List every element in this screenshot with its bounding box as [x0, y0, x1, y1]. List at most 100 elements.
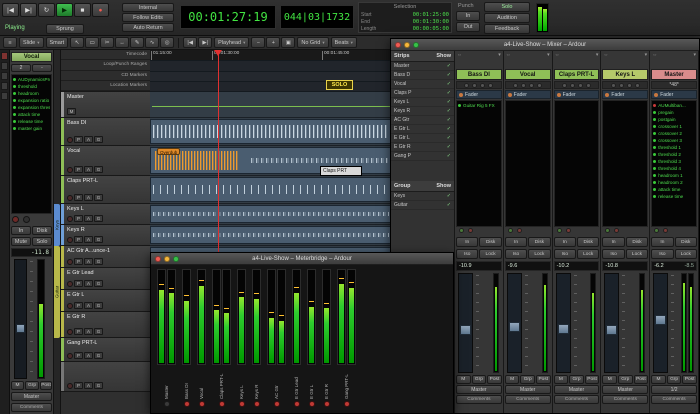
bbt-clock[interactable]: 044|03|1732: [280, 5, 354, 29]
plugin-param[interactable]: threshold 2: [653, 151, 695, 158]
group-tab-keys[interactable]: Keys: [54, 204, 60, 246]
strip-list-item[interactable]: AC Gtr ✓: [391, 116, 454, 125]
solo-isolate-button[interactable]: Iso: [504, 249, 528, 259]
solo-lock-button[interactable]: Lock: [674, 249, 697, 259]
track-g-button[interactable]: G: [94, 382, 103, 389]
plugin-param[interactable]: postgain: [653, 116, 695, 123]
record-enable-button[interactable]: [183, 401, 190, 407]
track-lane-bass-di[interactable]: [150, 118, 392, 146]
plugin-param[interactable]: attack time: [653, 186, 695, 193]
shuttle-sprung-button[interactable]: Sprung: [46, 24, 84, 34]
plugin-param[interactable]: master gain: [13, 125, 50, 132]
strip-visible-check[interactable]: ✓: [447, 99, 451, 105]
edit-mode-dropdown[interactable]: Slide ▾: [19, 37, 44, 48]
strip-visible-check[interactable]: ✓: [447, 81, 451, 87]
gain-fader[interactable]: [604, 273, 620, 373]
audio-region[interactable]: [150, 205, 392, 223]
automation-mode-button[interactable]: M: [602, 375, 617, 384]
strip-list-item[interactable]: Keys L ✓: [391, 98, 454, 107]
strip-list-item[interactable]: Vocal ✓: [391, 80, 454, 89]
plugin-param[interactable]: threshold 4: [653, 165, 695, 172]
track-header-bass-di[interactable]: Bass DI P A G: [61, 118, 150, 146]
comments-button[interactable]: Comments: [553, 395, 600, 404]
monitor-disk-button[interactable]: Disk: [674, 237, 697, 247]
grid-mode-dropdown[interactable]: No Grid ▾: [297, 37, 329, 48]
fader-handle[interactable]: [606, 324, 618, 335]
record-button[interactable]: ●: [92, 3, 109, 17]
track-p-button[interactable]: P: [74, 215, 83, 222]
zoom-button[interactable]: [173, 256, 179, 262]
group-tab-guitar[interactable]: Guitar: [54, 246, 60, 338]
plugin-param[interactable]: release time: [13, 118, 50, 125]
strip-list-item[interactable]: Claps P ✓: [391, 89, 454, 98]
meter-point-bottom-button[interactable]: Post: [633, 375, 649, 384]
sync-internal-button[interactable]: Internal: [122, 3, 174, 12]
monitor-disk-button[interactable]: Disk: [577, 237, 600, 247]
track-p-button[interactable]: P: [74, 328, 83, 335]
plugin-param[interactable]: attack time: [13, 111, 50, 118]
track-p-button[interactable]: P: [74, 352, 83, 359]
zoom-in-icon[interactable]: +: [266, 37, 281, 48]
audio-region[interactable]: [150, 226, 392, 244]
track-a-button[interactable]: A: [84, 328, 93, 335]
loop-button[interactable]: ↻: [38, 3, 55, 17]
meter-point-button[interactable]: Fader: [651, 90, 697, 99]
record-enable-button[interactable]: [253, 401, 260, 407]
ruler-area[interactable]: 01:15:00 00:01:30:00 00:01:45:00: [150, 50, 392, 92]
gain-display[interactable]: -10.8: [602, 261, 649, 271]
track-a-button[interactable]: A: [84, 166, 93, 173]
gain-fader[interactable]: [653, 273, 669, 373]
strip-name-button[interactable]: Vocal: [11, 52, 52, 62]
monitor-icon[interactable]: [23, 216, 30, 223]
strip-visible-check[interactable]: ✓: [447, 63, 451, 69]
cd-markers-ruler[interactable]: [150, 72, 392, 82]
strip-visible-check[interactable]: ✓: [447, 153, 451, 159]
track-g-button[interactable]: G: [94, 352, 103, 359]
record-arm-button[interactable]: [67, 194, 73, 201]
strip-name-button[interactable]: Vocal: [504, 69, 551, 80]
monitor-input-button[interactable]: In: [456, 237, 479, 247]
monitor-input-icon[interactable]: [459, 228, 464, 233]
gain-display[interactable]: -10.9: [456, 261, 502, 271]
strip-hide-icon[interactable]: ▾: [645, 52, 648, 59]
automation-mode-button[interactable]: M: [504, 375, 520, 384]
strip-list-item[interactable]: Gang P ✓: [391, 152, 454, 161]
solo-lock-button[interactable]: Lock: [625, 249, 649, 259]
record-arm-icon[interactable]: [565, 228, 571, 233]
plugin-param[interactable]: expansion thresh: [13, 104, 50, 111]
playhead-dropdown[interactable]: Playhead ▾: [214, 37, 250, 48]
audition-button[interactable]: Audition: [484, 13, 530, 23]
left-rail-button[interactable]: [1, 62, 8, 70]
track-p-button[interactable]: P: [74, 194, 83, 201]
timecode-ruler[interactable]: 01:15:00 00:01:30:00 00:01:45:00: [150, 50, 392, 61]
automation-mode-button[interactable]: M: [456, 375, 471, 384]
output-button[interactable]: Master: [11, 392, 52, 401]
record-arm-button[interactable]: [67, 280, 73, 287]
left-rail-button[interactable]: [1, 52, 8, 60]
track-a-button[interactable]: A: [84, 352, 93, 359]
track-g-button[interactable]: G: [94, 166, 103, 173]
track-header-ac-gtr-a-unce-1[interactable]: AC Gtr A...unce-1 P A G: [61, 246, 150, 268]
go-start-button[interactable]: |◀: [2, 3, 19, 17]
io-circle-icon[interactable]: [480, 82, 486, 88]
gain-fader[interactable]: [458, 273, 473, 373]
plugin-name[interactable]: AUMultiban...: [653, 102, 695, 109]
track-p-button[interactable]: P: [74, 280, 83, 287]
plugin-param[interactable]: headroom 1: [653, 172, 695, 179]
zoom-fit-icon[interactable]: ▣: [281, 37, 296, 48]
io-circle-icon[interactable]: [569, 82, 575, 88]
plugin-param[interactable]: crossover 2: [653, 130, 695, 137]
zoom-tool-icon[interactable]: ∿: [145, 37, 160, 48]
plugin-param[interactable]: threshold 3: [653, 158, 695, 165]
plugin-param[interactable]: headroom: [13, 90, 50, 97]
group-button[interactable]: Grp: [25, 381, 39, 390]
solo-lock-button[interactable]: Lock: [528, 249, 551, 259]
processor-box[interactable]: [602, 100, 649, 227]
plugin-param[interactable]: threshold 1: [653, 144, 695, 151]
strip-name-button[interactable]: Claps PRT-L: [553, 69, 600, 80]
fader-handle[interactable]: [508, 322, 520, 333]
track-header-e-gtr-r[interactable]: E Gtr R PAG: [61, 312, 150, 338]
solo-isolate-button[interactable]: Iso: [602, 249, 625, 259]
track-a-button[interactable]: A: [84, 236, 93, 243]
strip-name-button[interactable]: Master: [651, 69, 697, 80]
